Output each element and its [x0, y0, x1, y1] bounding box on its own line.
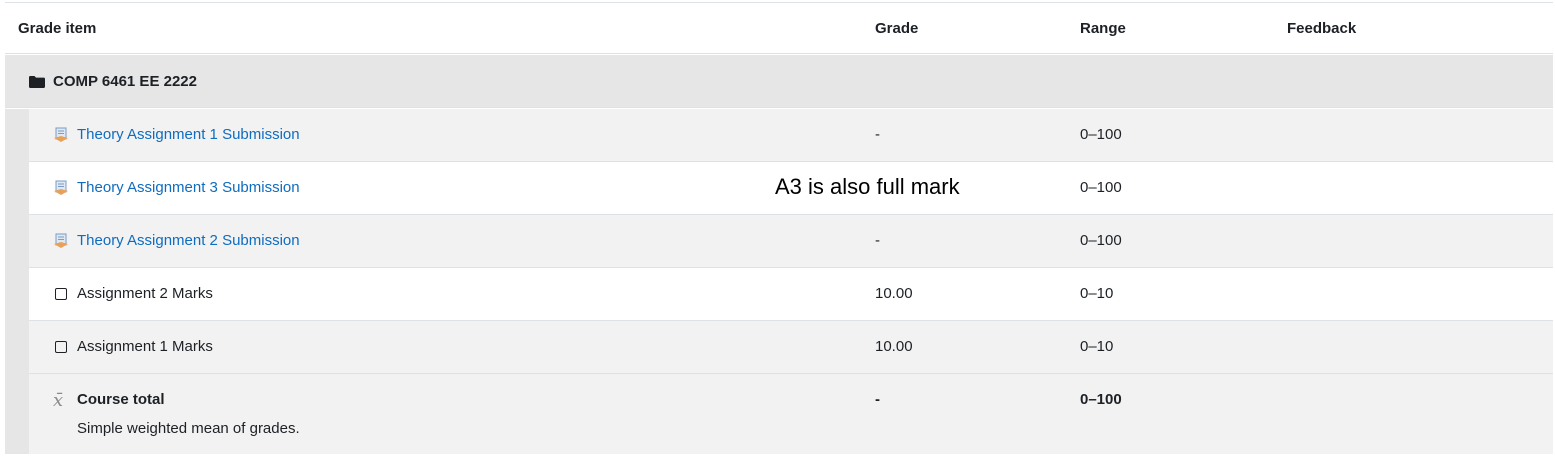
- category-name: COMP 6461 EE 2222: [53, 73, 197, 90]
- header-feedback: Feedback: [1287, 20, 1357, 37]
- header-grade-item: Grade item: [18, 20, 97, 37]
- course-total-row: x̄ Course total Simple weighted mean of …: [29, 374, 1553, 454]
- course-total-label: Course total: [77, 391, 165, 408]
- folder-icon: [29, 76, 45, 88]
- grade-item-name: Assignment 2 Marks: [77, 285, 213, 302]
- table-row: Assignment 2 Marks 10.00 0–10: [29, 268, 1553, 321]
- header-grade: Grade: [875, 20, 919, 37]
- range-value: 0–100: [1080, 179, 1122, 196]
- assignment-icon: [54, 233, 68, 248]
- grade-report-table: Grade item Grade Range Feedback COMP 646…: [5, 2, 1553, 454]
- range-value: 0–10: [1080, 338, 1114, 355]
- manual-item-icon: [53, 339, 69, 355]
- grade-item-link[interactable]: Theory Assignment 1 Submission: [77, 126, 300, 143]
- assignment-icon: [54, 180, 68, 195]
- mean-icon: x̄: [53, 390, 64, 411]
- range-value: 0–100: [1080, 232, 1122, 249]
- grade-item-link[interactable]: Theory Assignment 3 Submission: [77, 179, 300, 196]
- course-total-description: Simple weighted mean of grades.: [77, 420, 300, 437]
- category-indent: [5, 109, 29, 454]
- table-row: Assignment 1 Marks 10.00 0–10: [29, 321, 1553, 374]
- course-total-grade: -: [875, 391, 880, 408]
- grade-item-link[interactable]: Theory Assignment 2 Submission: [77, 232, 300, 249]
- annotation-text: A3 is also full mark: [775, 174, 960, 199]
- table-row: Theory Assignment 2 Submission - 0–100: [29, 215, 1553, 268]
- table-header: Grade item Grade Range Feedback: [5, 2, 1553, 54]
- range-value: 0–100: [1080, 126, 1122, 143]
- grade-value: 10.00: [875, 285, 913, 302]
- grade-item-name: Assignment 1 Marks: [77, 338, 213, 355]
- category-row: COMP 6461 EE 2222: [5, 55, 1553, 108]
- range-value: 0–10: [1080, 285, 1114, 302]
- course-total-range: 0–100: [1080, 391, 1122, 408]
- grade-value: 10.00: [875, 338, 913, 355]
- table-row: Theory Assignment 1 Submission - 0–100: [29, 109, 1553, 162]
- grade-value: -: [875, 126, 880, 143]
- assignment-icon: [54, 127, 68, 142]
- manual-item-icon: [53, 286, 69, 302]
- grade-value: -: [875, 232, 880, 249]
- header-range: Range: [1080, 20, 1126, 37]
